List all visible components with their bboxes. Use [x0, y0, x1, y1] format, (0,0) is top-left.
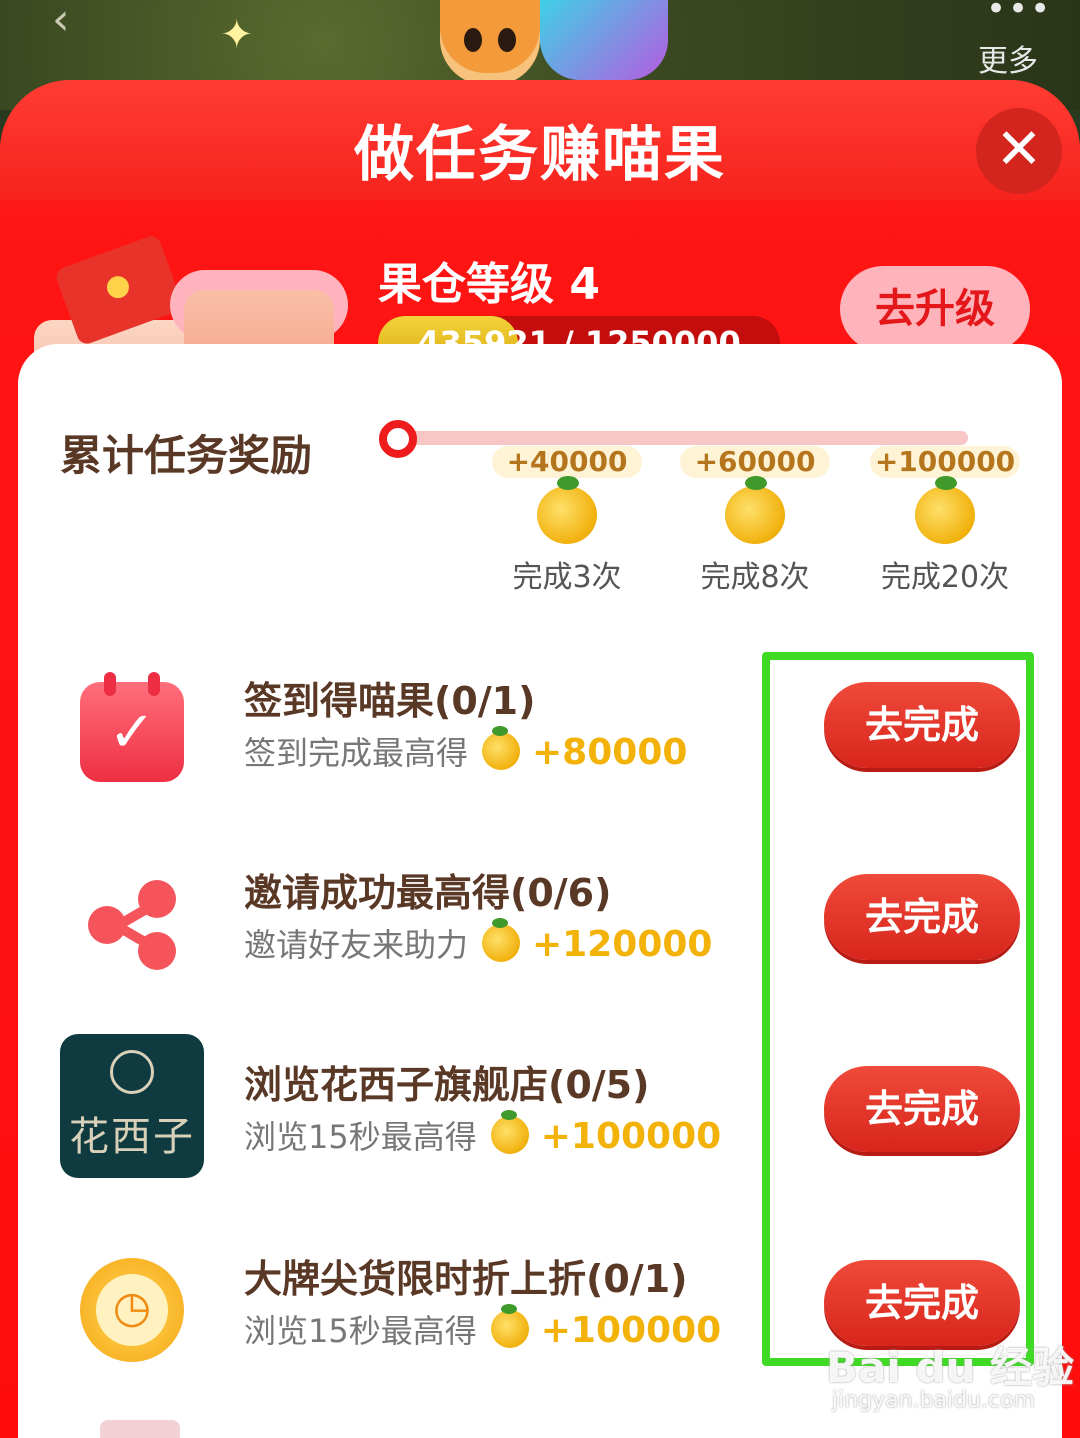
- milestone-track: [408, 431, 968, 445]
- next-task-icon-peek: [100, 1420, 180, 1438]
- meow-fruit-icon: [490, 1304, 529, 1348]
- task-reward: +100000: [540, 1310, 722, 1351]
- meow-fruit-icon: [725, 476, 785, 544]
- task-desc: 浏览15秒最高得 +100000: [244, 1110, 722, 1157]
- milestone-start-dot: [379, 420, 417, 458]
- baidu-jingyan-watermark: Bai du 经验: [826, 1343, 1074, 1392]
- milestone-condition: 完成8次: [700, 560, 810, 595]
- task-reward: +100000: [540, 1116, 722, 1157]
- milestone-reward: +100000: [870, 446, 1020, 478]
- warehouse-level-title: 果仓等级 4: [378, 259, 600, 310]
- task-desc: 邀请好友来助力 +120000: [244, 918, 713, 965]
- watermark-url: jingyan.baidu.com: [832, 1388, 1036, 1413]
- sparkle-icon: ✦: [220, 12, 254, 58]
- milestone-item[interactable]: +60000 完成8次: [680, 446, 830, 596]
- meow-fruit-icon: [537, 476, 597, 544]
- store-logo-text: 花西子: [69, 1114, 195, 1160]
- task-name: 浏览花西子旗舰店(0/5): [244, 1063, 650, 1107]
- meow-fruit-icon: [490, 1110, 529, 1154]
- milestone-condition: 完成3次: [512, 560, 622, 595]
- milestone-condition: 完成20次: [880, 560, 1010, 595]
- milestone-reward: +60000: [680, 446, 830, 478]
- close-button[interactable]: ✕: [976, 108, 1062, 194]
- meow-fruit-icon: [482, 918, 521, 962]
- annotation-highlight-box: [762, 652, 1034, 1366]
- more-label[interactable]: 更多: [978, 36, 1038, 80]
- meow-fruit-icon: [915, 476, 975, 544]
- calendar-check-icon: ✓: [80, 672, 184, 782]
- task-name: 大牌尖货限时折上折(0/1): [244, 1257, 688, 1301]
- florasis-store-logo: 花西子: [60, 1034, 204, 1178]
- alarm-clock-icon: ◷: [80, 1258, 184, 1362]
- share-icon: [82, 874, 182, 974]
- task-name: 签到得喵果(0/1): [244, 679, 536, 723]
- milestone-reward: +40000: [492, 446, 642, 478]
- milestone-item[interactable]: +100000 完成20次: [870, 446, 1020, 596]
- back-chevron-icon[interactable]: ‹: [52, 0, 70, 42]
- orange-cat-mascot: [440, 0, 540, 85]
- milestone-item[interactable]: +40000 完成3次: [492, 446, 642, 596]
- task-reward: +80000: [532, 732, 688, 773]
- sheet-header: 做任务赚喵果 ✕: [0, 80, 1080, 200]
- task-reward: +120000: [532, 924, 713, 965]
- cumulative-reward-label: 累计任务奖励: [60, 431, 313, 480]
- tmall-cat-mascot: [540, 0, 668, 80]
- upgrade-button[interactable]: 去升级: [840, 266, 1030, 352]
- meow-fruit-icon: [482, 726, 521, 770]
- sheet-title: 做任务赚喵果: [354, 120, 726, 190]
- task-desc: 签到完成最高得 +80000: [244, 726, 688, 773]
- task-name: 邀请成功最高得(0/6): [244, 871, 612, 915]
- task-desc: 浏览15秒最高得 +100000: [244, 1304, 722, 1351]
- more-dots-icon[interactable]: •••: [986, 0, 1052, 26]
